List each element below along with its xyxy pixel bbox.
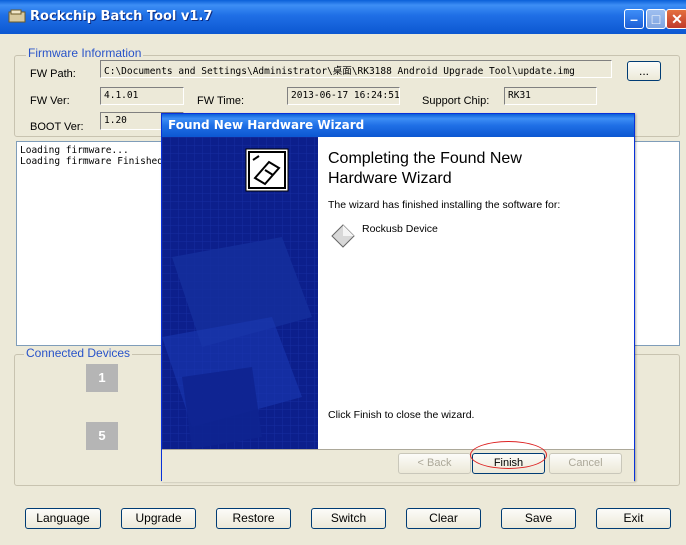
maximize-button[interactable]: □ <box>646 9 666 29</box>
main-window: Rockchip Batch Tool v1.7 – □ ✕ Firmware … <box>0 0 686 545</box>
window-title: Rockchip Batch Tool v1.7 <box>30 9 213 24</box>
device-slot-1[interactable]: 1 <box>86 364 118 392</box>
fw-ver-field[interactable]: 4.1.01 <box>100 87 184 105</box>
hardware-wizard-dialog: Found New Hardware Wizard Completing the… <box>161 113 635 482</box>
fw-path-field[interactable]: C:\Documents and Settings\Administrator\… <box>100 60 612 78</box>
exit-button[interactable]: Exit <box>596 508 671 529</box>
language-button[interactable]: Language <box>25 508 101 529</box>
title-bar[interactable]: Rockchip Batch Tool v1.7 – □ ✕ <box>0 0 686 34</box>
device-icon <box>331 224 355 248</box>
finish-highlight-circle <box>470 441 547 469</box>
wizard-title: Found New Hardware Wizard <box>168 118 365 132</box>
close-button[interactable]: ✕ <box>666 9 686 29</box>
clear-button[interactable]: Clear <box>406 508 481 529</box>
wizard-heading: Completing the Found New Hardware Wizard <box>328 150 522 187</box>
support-chip-field[interactable]: RK31 <box>504 87 597 105</box>
wizard-banner <box>162 137 318 449</box>
boot-ver-label: BOOT Ver: <box>30 121 84 133</box>
fw-time-label: FW Time: <box>197 95 245 107</box>
wizard-banner-graphic <box>162 137 318 449</box>
app-icon <box>8 9 26 23</box>
cancel-button[interactable]: Cancel <box>549 453 622 474</box>
device-slot-5[interactable]: 5 <box>86 422 118 450</box>
finish-hint: Click Finish to close the wizard. <box>328 409 475 421</box>
switch-button[interactable]: Switch <box>311 508 386 529</box>
wizard-footer: < Back Finish Cancel <box>162 449 634 482</box>
back-button[interactable]: < Back <box>398 453 471 474</box>
wizard-message: The wizard has finished installing the s… <box>328 199 561 211</box>
fw-ver-label: FW Ver: <box>30 95 70 107</box>
hardware-icon <box>245 148 289 192</box>
device-name: Rockusb Device <box>362 223 438 235</box>
fw-time-field[interactable]: 2013-06-17 16:24:51 <box>287 87 400 105</box>
save-button[interactable]: Save <box>501 508 576 529</box>
fw-path-label: FW Path: <box>30 68 76 80</box>
wizard-title-bar[interactable]: Found New Hardware Wizard <box>162 114 634 137</box>
firmware-group-label: Firmware Information <box>26 46 144 60</box>
minimize-button[interactable]: – <box>624 9 644 29</box>
maximize-icon: □ <box>651 11 661 27</box>
minimize-icon: – <box>630 11 638 27</box>
close-icon: ✕ <box>671 11 683 27</box>
browse-button[interactable]: ... <box>627 61 661 81</box>
upgrade-button[interactable]: Upgrade <box>121 508 196 529</box>
restore-button[interactable]: Restore <box>216 508 291 529</box>
devices-group-label: Connected Devices <box>24 346 133 360</box>
wizard-content: Completing the Found New Hardware Wizard… <box>318 137 634 449</box>
support-chip-label: Support Chip: <box>422 95 490 107</box>
